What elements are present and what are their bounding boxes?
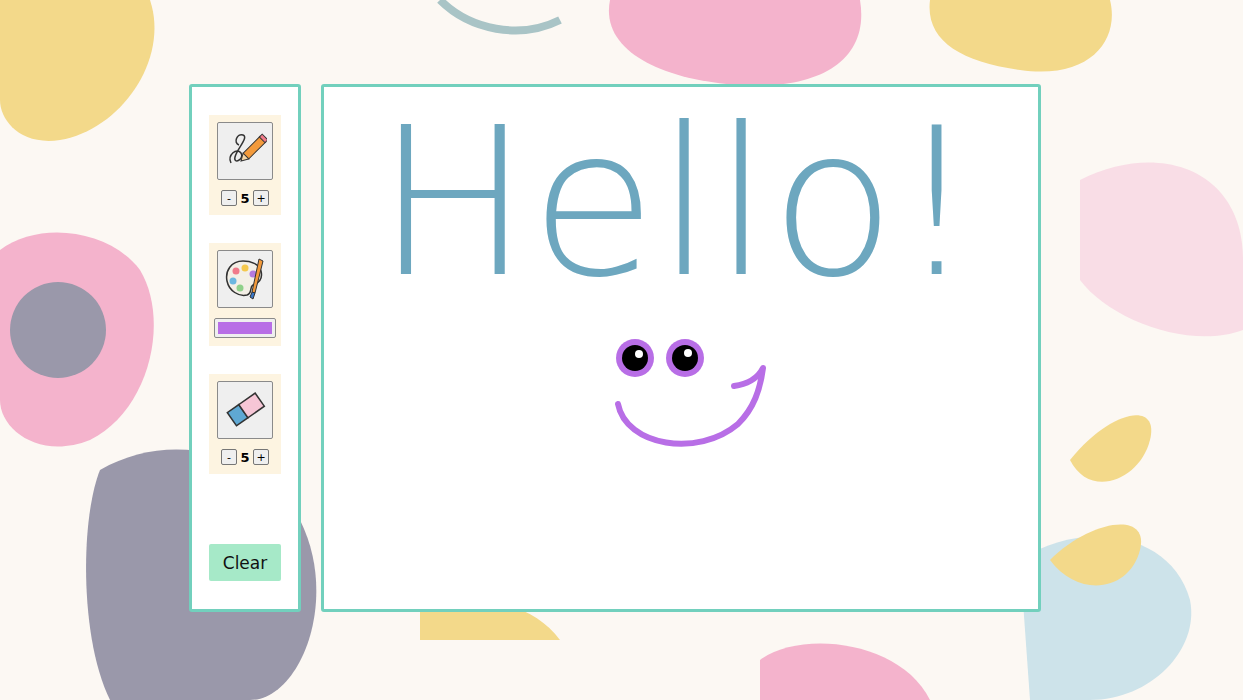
- pencil-button[interactable]: [217, 122, 273, 180]
- increase-button[interactable]: +: [253, 190, 269, 206]
- palette-tool: [209, 243, 281, 346]
- size-control: -5+: [221, 190, 269, 206]
- handwriting: Hello!: [376, 101, 978, 306]
- palette-button[interactable]: [217, 250, 273, 308]
- pencil-icon: [223, 129, 267, 173]
- eraser-button[interactable]: [217, 381, 273, 439]
- pencil-tool: -5+: [209, 115, 281, 215]
- palette-icon: [223, 255, 267, 303]
- color-fill: [218, 322, 272, 334]
- toolbar: -5+-5+Clear: [189, 84, 301, 612]
- color-picker[interactable]: [214, 318, 276, 338]
- app-layout: -5+-5+ClearHello!: [0, 0, 1243, 612]
- size-value: 5: [240, 191, 250, 206]
- decrease-button[interactable]: -: [221, 190, 237, 206]
- clear-button[interactable]: Clear: [209, 544, 281, 581]
- drawing-app: -5+-5+ClearHello!: [0, 0, 1243, 700]
- eraser-icon: [223, 388, 267, 432]
- smiley-icon: [608, 328, 778, 454]
- increase-button[interactable]: +: [253, 449, 269, 465]
- size-control: -5+: [221, 449, 269, 465]
- size-value: 5: [240, 450, 250, 465]
- drawing-canvas[interactable]: Hello!: [321, 84, 1041, 612]
- eraser-tool: -5+: [209, 374, 281, 474]
- decrease-button[interactable]: -: [221, 449, 237, 465]
